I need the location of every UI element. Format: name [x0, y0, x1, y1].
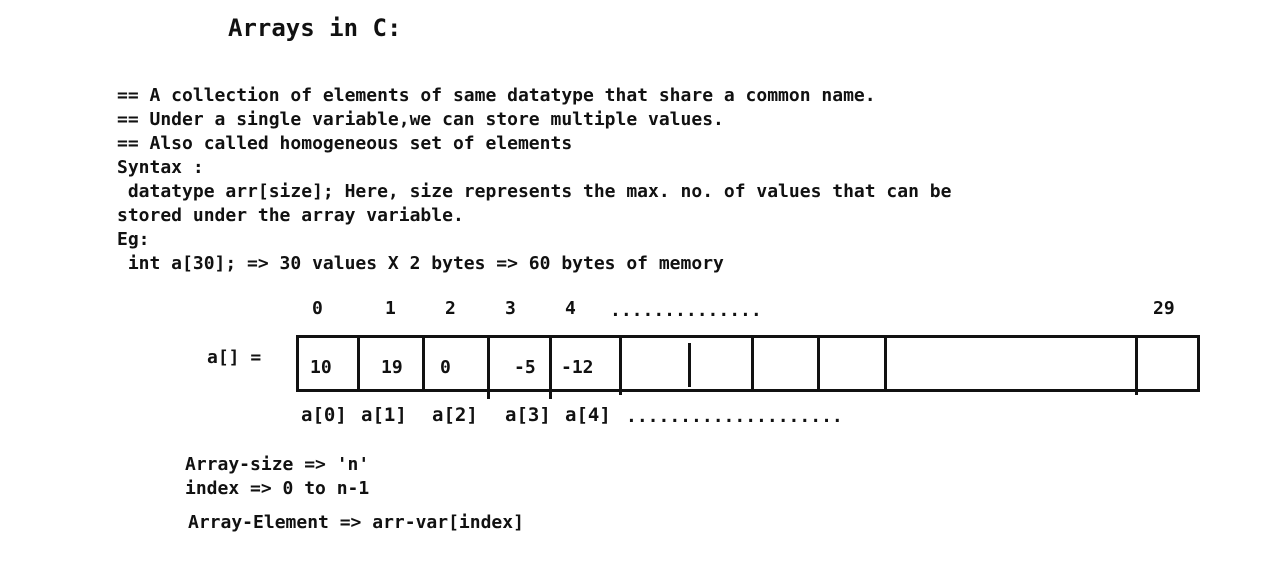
index-label: 1: [385, 298, 396, 319]
cell-divider: [487, 335, 490, 399]
array-label: a[] =: [207, 347, 262, 368]
cell-value: 10: [310, 357, 332, 378]
cell-divider: [619, 335, 622, 395]
array-box: [296, 335, 1200, 392]
definition-line: == A collection of elements of same data…: [117, 85, 876, 106]
element-label: a[1]: [361, 404, 407, 426]
cell-divider: [1135, 335, 1138, 395]
cell-divider: [884, 335, 887, 392]
element-label: a[4]: [565, 404, 611, 426]
note-line: Array-size => 'n': [185, 454, 370, 475]
cell-value: -12: [561, 357, 594, 378]
note-line: Array-Element => arr-var[index]: [188, 512, 524, 533]
index-label: 0: [312, 298, 323, 319]
cell-divider: [688, 343, 691, 387]
definition-line: == Also called homogeneous set of elemen…: [117, 133, 573, 154]
cell-divider: [357, 335, 360, 392]
index-ellipsis: ..............: [610, 300, 762, 321]
example-line: int a[30]; => 30 values X 2 bytes => 60 …: [117, 253, 724, 274]
syntax-heading: Syntax :: [117, 157, 204, 178]
index-label: 4: [565, 298, 576, 319]
page-title: Arrays in C:: [228, 14, 402, 42]
cell-value: 19: [381, 357, 403, 378]
index-label: 29: [1153, 298, 1175, 319]
cell-divider: [422, 335, 425, 392]
label-ellipsis: ....................: [626, 406, 843, 427]
cell-value: 0: [440, 357, 451, 378]
element-label: a[3]: [505, 404, 551, 426]
element-label: a[2]: [432, 404, 478, 426]
syntax-line: datatype arr[size]; Here, size represent…: [117, 181, 952, 202]
cell-value: -5: [514, 357, 536, 378]
index-label: 2: [445, 298, 456, 319]
cell-divider: [817, 335, 820, 392]
example-heading: Eg:: [117, 229, 150, 250]
element-label: a[0]: [301, 404, 347, 426]
index-label: 3: [505, 298, 516, 319]
note-line: index => 0 to n-1: [185, 478, 370, 499]
syntax-line: stored under the array variable.: [117, 205, 464, 226]
definition-line: == Under a single variable,we can store …: [117, 109, 724, 130]
cell-divider: [549, 335, 552, 399]
cell-divider: [751, 335, 754, 392]
